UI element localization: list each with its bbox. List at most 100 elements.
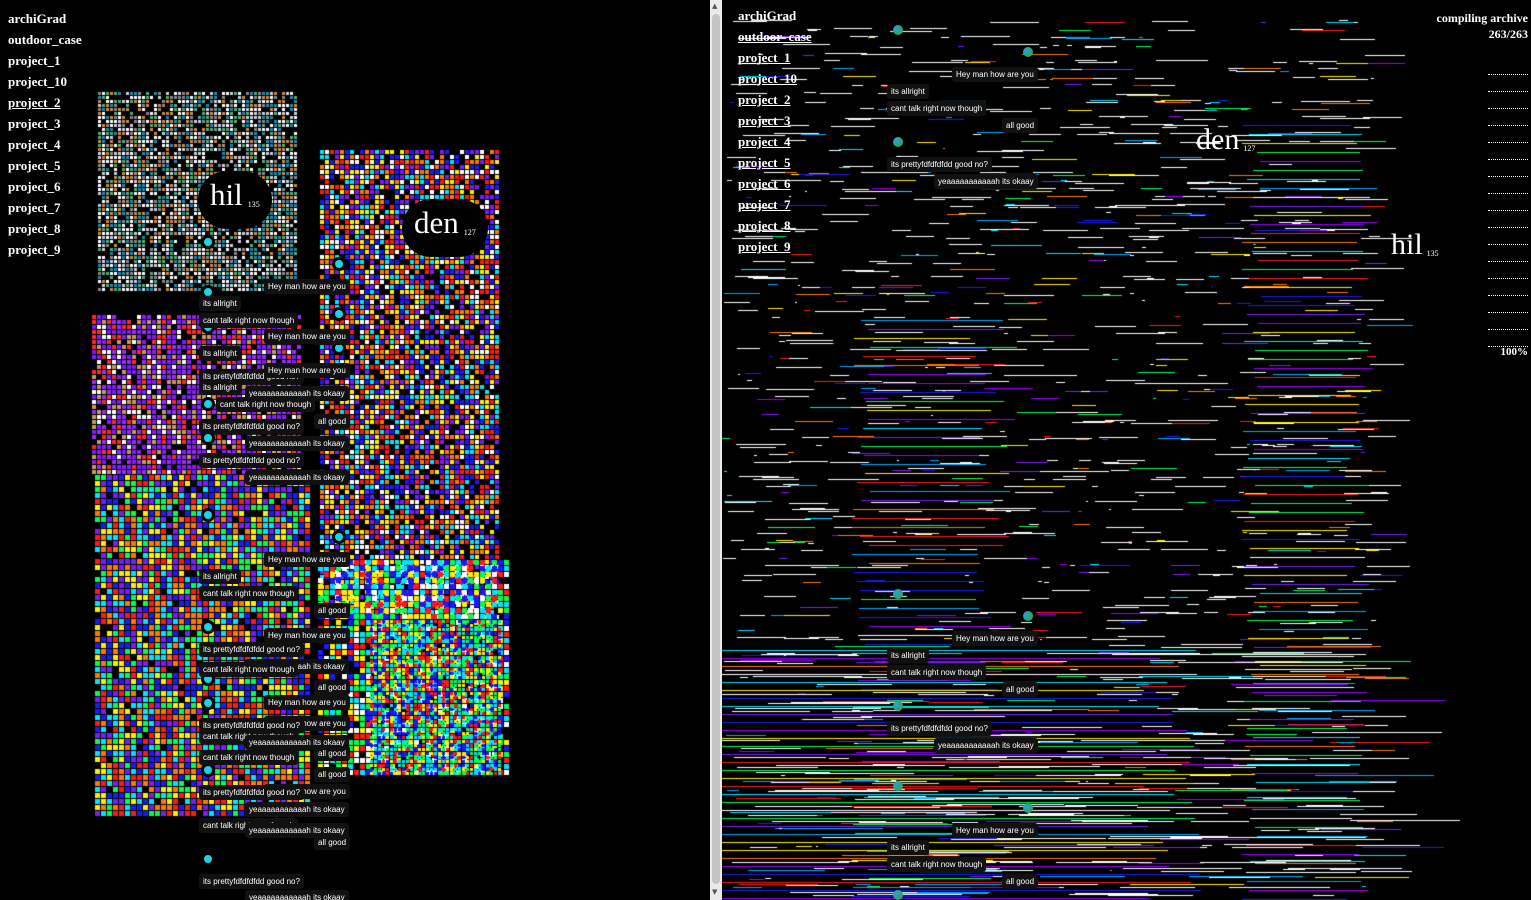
chat-dot-icon[interactable] [332,257,346,271]
compile-status-count: 263/263 [1488,27,1528,41]
nav-item-project-6[interactable]: project_6 [738,173,812,194]
chat-message: its prettyfdfdfdfdd good no? [199,642,304,657]
compile-progress-lines [1488,58,1528,347]
nav-item-project-4[interactable]: project_4 [8,134,82,155]
orb-dot-icon[interactable] [1023,611,1033,621]
chat-message: its allright [199,380,241,395]
nav-item-project-6[interactable]: project_6 [8,176,82,197]
nav-item-project-1[interactable]: project_1 [8,50,82,71]
hil-bubble[interactable]: hil 135 [198,171,272,229]
chat-message: yeaaaaaaaaaaah its okaay [245,802,349,817]
nav-item-project-5[interactable]: project_5 [8,155,82,176]
nav-item-project-2[interactable]: project_2 [8,92,82,113]
hil-count: 135 [1426,249,1439,258]
orb-dot-icon[interactable] [893,890,903,900]
chat-dot-icon[interactable] [332,530,346,544]
chat-message: cant talk right now though [199,750,299,765]
chat-dot-icon[interactable] [332,307,346,321]
orb-dot-icon[interactable] [1023,47,1033,57]
orb-dot-icon[interactable] [893,701,903,711]
progress-dotted-line [1488,296,1528,313]
nav-item-project-9[interactable]: project_9 [8,239,82,260]
orb-dot-icon[interactable] [893,781,903,791]
chat-dot-icon[interactable] [201,508,215,522]
nav-item-outdoor-case[interactable]: outdoor_case [738,26,812,47]
chat-message: Hey man how are you [264,552,350,567]
chat-message: cant talk right now though [887,857,987,872]
nav-item-project-7[interactable]: project_7 [8,197,82,218]
chat-message: all good [314,767,351,782]
right-project-nav: archiGrad outdoor_case project_1 project… [738,5,812,257]
hil-name: hil [1391,228,1423,261]
progress-dotted-line [1488,228,1528,245]
progress-dotted-line [1488,160,1528,177]
den-label[interactable]: den 127 [1196,123,1255,157]
nav-item-project-1[interactable]: project_1 [738,47,812,68]
compile-percent: 100% [1500,346,1529,358]
chat-message: all good [314,746,351,761]
nav-item-project-3[interactable]: project_3 [738,110,812,131]
nav-item-project-7[interactable]: project_7 [738,194,812,215]
chat-dot-icon[interactable] [201,696,215,710]
compile-status-title: compiling archive [1436,11,1528,25]
chat-message: Hey man how are you [264,695,350,710]
orb-dot-icon[interactable] [893,137,903,147]
chat-message: its allright [199,296,241,311]
progress-dotted-line [1488,245,1528,262]
chat-message: its prettyfdfdfdfdd good no? [887,157,992,172]
orb-dot-icon[interactable] [893,25,903,35]
chat-message: all good [1002,118,1039,133]
nav-item-project-4[interactable]: project_4 [738,131,812,152]
chat-message: all good [314,414,351,429]
nav-item-project-8[interactable]: project_8 [738,215,812,236]
chat-message: yeaaaaaaaaaaah its okaay [934,738,1038,753]
nav-item-project-8[interactable]: project_8 [8,218,82,239]
orb-dot-icon[interactable] [893,589,903,599]
chat-message: cant talk right now though [887,665,987,680]
nav-item-project-9[interactable]: project_9 [738,236,812,257]
chat-dot-icon[interactable] [201,620,215,634]
compile-status: compiling archive 263/263 [1437,10,1528,42]
den-bubble[interactable]: den 127 [402,199,488,257]
nav-item-project-5[interactable]: project_5 [738,152,812,173]
orb-dot-icon[interactable] [1023,803,1033,813]
chat-message: Hey man how are you [952,823,1038,838]
nav-item-project-10[interactable]: project_10 [8,71,82,92]
progress-dotted-line [1488,330,1528,347]
den-name: den [414,205,459,240]
chat-message: cant talk right now though [887,101,987,116]
chat-message: yeaaaaaaaaaaah its okaay [934,174,1038,189]
chat-dot-icon[interactable] [201,397,215,411]
den-count: 127 [1243,144,1256,153]
chat-message: yeaaaaaaaaaaah its okaay [245,436,349,451]
left-project-nav: archiGrad outdoor_case project_1 project… [8,8,82,260]
hil-label[interactable]: hil 135 [1391,228,1439,262]
chat-message: its allright [199,346,241,361]
nav-item-archigrad[interactable]: archiGrad [738,5,812,26]
chat-dot-icon[interactable] [201,852,215,866]
pane-scrollbar[interactable]: ▲ ▼ [710,0,722,900]
right-pane: archiGrad outdoor_case project_1 project… [722,0,1531,900]
chat-message: its prettyfdfdfdfdd good no? [199,453,304,468]
chat-message: Hey man how are you [264,279,350,294]
nav-item-project-2[interactable]: project_2 [738,89,812,110]
nav-item-archigrad[interactable]: archiGrad [8,8,82,29]
chat-message: its allright [887,840,929,855]
nav-item-project-3[interactable]: project_3 [8,113,82,134]
chat-message: all good [314,603,351,618]
chat-message: its prettyfdfdfdfdd good no? [199,874,304,889]
chat-message: its prettyfdfdfdfdd good no? [199,419,304,434]
progress-dotted-line [1488,109,1528,126]
chat-message: all good [1002,874,1039,889]
chat-dot-icon[interactable] [201,235,215,249]
chat-message: Hey man how are you [264,628,350,643]
scrollbar-thumb[interactable] [712,14,720,884]
nav-item-project-10[interactable]: project_10 [738,68,812,89]
chat-message: its prettyfdfdfdfdd good no? [199,785,304,800]
progress-dotted-line [1488,58,1528,75]
scroll-up-arrow-icon[interactable]: ▲ [712,2,717,10]
chat-message: Hey man how are you [264,329,350,344]
nav-item-outdoor-case[interactable]: outdoor_case [8,29,82,50]
chat-dot-icon[interactable] [201,763,215,777]
scroll-down-arrow-icon[interactable]: ▼ [712,888,717,896]
